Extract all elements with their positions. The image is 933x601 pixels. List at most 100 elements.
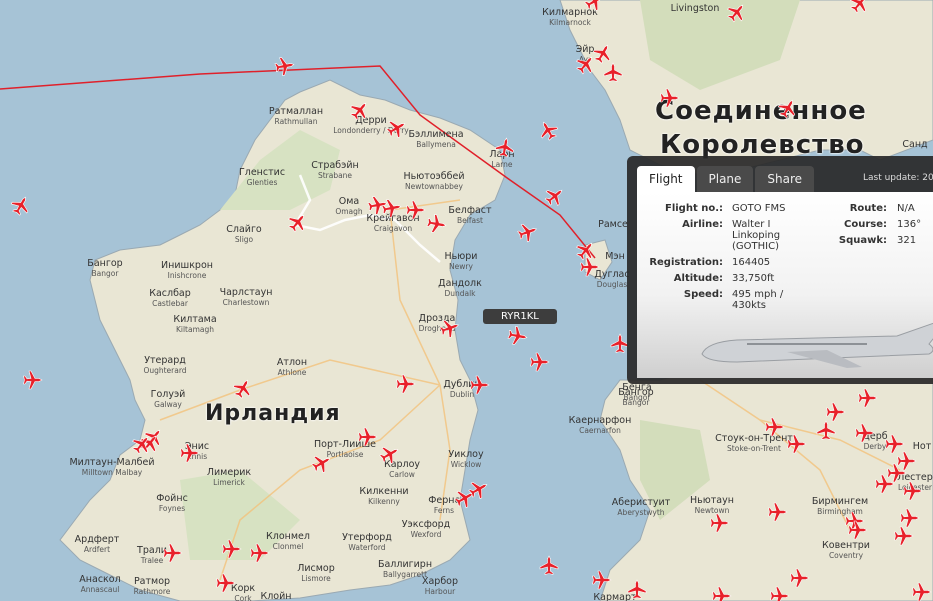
city-label: Ковентри Coventry bbox=[822, 541, 870, 561]
city-label: Анаскол Annascaul bbox=[79, 575, 120, 595]
aircraft-icon[interactable] bbox=[847, 519, 869, 541]
aircraft-icon[interactable] bbox=[764, 416, 786, 438]
tab-flight[interactable]: Flight bbox=[637, 166, 695, 192]
aircraft-icon[interactable] bbox=[249, 542, 271, 564]
city-name: Харбор bbox=[421, 576, 459, 587]
city-label: Бенга Bangor bbox=[622, 383, 651, 403]
aircraft-icon[interactable] bbox=[857, 387, 879, 409]
aircraft-icon[interactable] bbox=[769, 585, 791, 601]
city-name: Ратмаллан bbox=[268, 106, 324, 117]
city-label: Каернарфон Caernarfon bbox=[569, 416, 632, 436]
aircraft-icon[interactable] bbox=[232, 377, 254, 399]
city-label: Слайго Sligo bbox=[226, 225, 262, 245]
aircraft-icon[interactable] bbox=[215, 572, 237, 594]
aircraft-icon[interactable] bbox=[274, 55, 296, 77]
aircraft-icon[interactable] bbox=[575, 53, 597, 75]
city-name-latin: Sligo bbox=[234, 235, 254, 244]
city-name-latin: Dundalk bbox=[444, 289, 476, 298]
map[interactable]: Килмарнок Kilmarnock Эйр Ayr Ратмаллан Rathmu… bbox=[0, 0, 933, 601]
city-label: Фойнс Foynes bbox=[156, 494, 188, 514]
aircraft-icon[interactable] bbox=[507, 325, 529, 347]
aircraft-icon[interactable] bbox=[357, 426, 379, 448]
city-label: Харбор Harbour bbox=[422, 577, 458, 597]
aircraft-icon[interactable] bbox=[468, 478, 490, 500]
city-label: Милтаун-Малбей Milltown Malbay bbox=[69, 458, 154, 478]
aircraft-icon[interactable] bbox=[544, 185, 566, 207]
city-label: Ньютоэббей Newtownabbey bbox=[403, 172, 464, 192]
aircraft-icon[interactable] bbox=[426, 213, 448, 235]
city-label: КлойнCloyne bbox=[260, 592, 291, 601]
city-name: Бирмингем bbox=[811, 496, 869, 507]
aircraft-icon[interactable] bbox=[395, 373, 417, 395]
city-name: Уиклоу bbox=[448, 449, 484, 460]
aircraft-icon[interactable] bbox=[538, 554, 560, 576]
aircraft-icon[interactable] bbox=[162, 542, 184, 564]
aircraft-icon[interactable] bbox=[10, 194, 32, 216]
aircraft-icon[interactable] bbox=[287, 211, 309, 233]
aircraft-icon[interactable] bbox=[911, 581, 933, 601]
city-name-latin: Lismore bbox=[301, 574, 331, 583]
city-name: Клойн bbox=[260, 591, 292, 601]
city-name-latin: Athlone bbox=[277, 368, 307, 377]
city-label: Гленстис Glenties bbox=[239, 168, 285, 188]
aircraft-icon[interactable] bbox=[899, 507, 921, 529]
city-name: Килтама bbox=[173, 314, 217, 325]
aircraft-icon[interactable] bbox=[789, 567, 811, 589]
aircraft-icon[interactable] bbox=[902, 480, 924, 502]
tab-plane[interactable]: Plane bbox=[696, 166, 754, 192]
city-name-latin: Wicklow bbox=[450, 460, 482, 469]
aircraft-icon[interactable] bbox=[311, 452, 333, 474]
aircraft-icon[interactable] bbox=[517, 221, 539, 243]
aircraft-icon[interactable] bbox=[405, 199, 427, 221]
aircraft-icon[interactable] bbox=[221, 538, 243, 560]
aircraft-icon[interactable] bbox=[767, 501, 789, 523]
aircraft-icon[interactable] bbox=[874, 473, 896, 495]
aircraft-icon[interactable] bbox=[379, 443, 401, 465]
flight-callsign-tag[interactable]: RYR1KL bbox=[483, 309, 557, 324]
speed-value: 495 mph / 430kts bbox=[732, 289, 784, 311]
city-label: Килкенни Kilkenny bbox=[359, 487, 408, 507]
city-name: Милтаун-Малбей bbox=[69, 457, 155, 468]
city-name: Каернарфон bbox=[568, 415, 632, 426]
aircraft-icon[interactable] bbox=[786, 433, 808, 455]
aircraft-icon[interactable] bbox=[386, 117, 408, 139]
aircraft-icon[interactable] bbox=[591, 569, 613, 591]
city-name-latin: Foynes bbox=[158, 504, 186, 513]
aircraft-icon[interactable] bbox=[537, 119, 559, 141]
aircraft-icon[interactable] bbox=[579, 256, 601, 278]
city-name: Livingston bbox=[670, 3, 720, 14]
aircraft-icon[interactable] bbox=[381, 197, 403, 219]
tab-share[interactable]: Share bbox=[755, 166, 815, 192]
city-label: Ардферт Ardfert bbox=[75, 535, 120, 555]
aircraft-icon[interactable] bbox=[469, 374, 491, 396]
aircraft-icon[interactable] bbox=[22, 369, 44, 391]
aircraft-icon[interactable] bbox=[726, 1, 748, 23]
aircraft-silhouette-icon bbox=[701, 322, 933, 368]
aircraft-icon[interactable] bbox=[131, 433, 153, 455]
altitude-value: 33,750ft bbox=[732, 273, 775, 284]
city-name: Рамсе bbox=[598, 219, 628, 230]
aircraft-icon[interactable] bbox=[602, 61, 624, 83]
aircraft-icon[interactable] bbox=[815, 419, 837, 441]
city-name-latin: Annascaul bbox=[80, 585, 120, 594]
city-name: Ковентри bbox=[822, 540, 870, 551]
aircraft-icon[interactable] bbox=[349, 99, 371, 121]
aircraft-icon[interactable] bbox=[849, 0, 871, 14]
aircraft-icon[interactable] bbox=[494, 136, 516, 158]
city-name: Белфаст bbox=[448, 205, 492, 216]
aircraft-icon[interactable] bbox=[179, 442, 201, 464]
aircraft-icon[interactable] bbox=[709, 512, 731, 534]
aircraft-icon[interactable] bbox=[659, 87, 681, 109]
aircraft-icon[interactable] bbox=[854, 422, 876, 444]
registration-label: Registration: bbox=[649, 257, 723, 268]
city-label: Чарлстаун Charlestown bbox=[220, 288, 273, 308]
aircraft-icon[interactable] bbox=[711, 585, 733, 601]
flight-info-panel: Flight Plane Share Last update: 20 Fligh… bbox=[627, 156, 933, 384]
city-label: Каслбар Castlebar bbox=[149, 289, 191, 309]
aircraft-icon[interactable] bbox=[529, 351, 551, 373]
aircraft-icon[interactable] bbox=[777, 97, 799, 119]
aircraft-icon[interactable] bbox=[584, 0, 606, 12]
aircraft-icon[interactable] bbox=[439, 317, 461, 339]
aircraft-icon[interactable] bbox=[626, 578, 648, 600]
city-name: Лисмор bbox=[297, 563, 335, 574]
